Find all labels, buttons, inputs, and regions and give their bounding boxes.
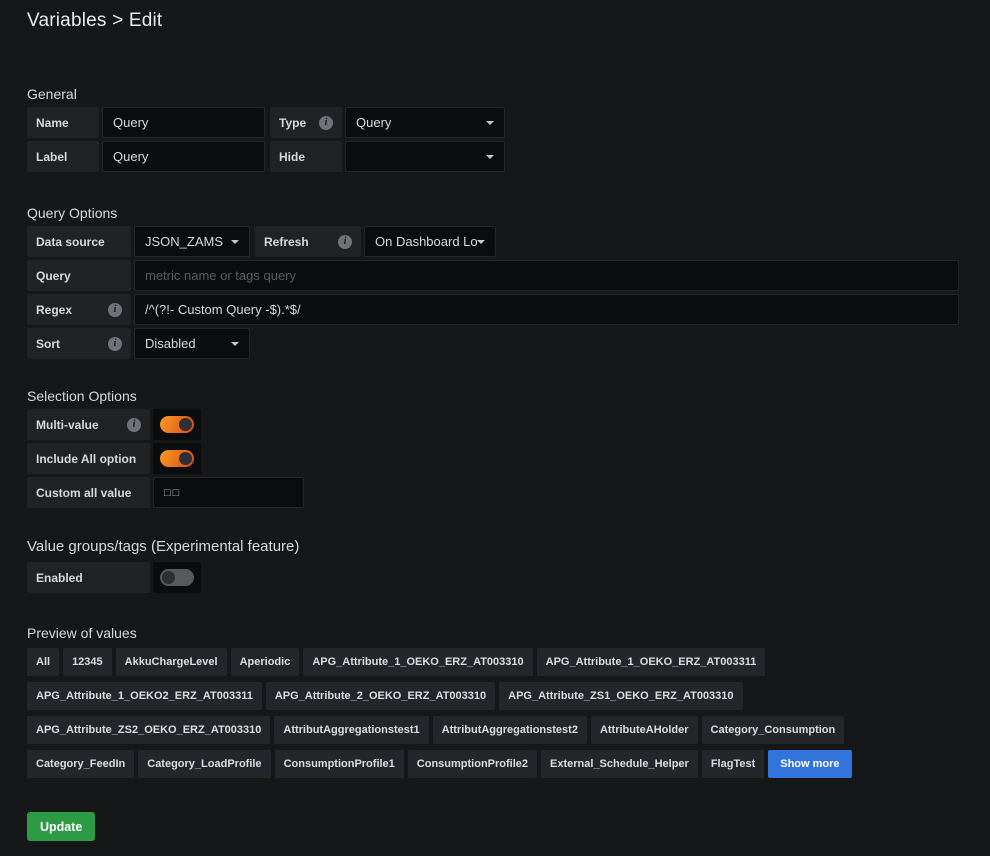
toggle-knob	[179, 452, 192, 465]
type-select-value: Query	[356, 115, 391, 130]
info-icon[interactable]	[108, 337, 122, 351]
toggle-off-icon	[160, 569, 194, 586]
preview-chip[interactable]: APG_Attribute_1_OEKO2_ERZ_AT003311	[27, 682, 262, 710]
sort-label: Sort	[27, 328, 131, 359]
sort-row: Sort Disabled	[27, 328, 990, 359]
name-input[interactable]	[102, 107, 265, 138]
refresh-label-text: Refresh	[264, 235, 309, 249]
regex-input[interactable]	[134, 294, 959, 325]
preview-heading: Preview of values	[27, 625, 990, 641]
chevron-down-icon	[486, 121, 494, 125]
refresh-select-value: On Dashboard Load	[375, 234, 477, 249]
query-input[interactable]	[134, 260, 959, 291]
value-groups-heading: Value groups/tags (Experimental feature)	[27, 538, 990, 556]
sort-select-value: Disabled	[145, 336, 196, 351]
enabled-label: Enabled	[27, 562, 150, 593]
type-select[interactable]: Query	[345, 107, 505, 138]
toggle-on-icon	[160, 450, 194, 467]
regex-label: Regex	[27, 294, 131, 325]
preview-chip[interactable]: Category_FeedIn	[27, 750, 134, 778]
sort-label-text: Sort	[36, 337, 60, 351]
enabled-row: Enabled	[27, 562, 990, 593]
sort-select[interactable]: Disabled	[134, 328, 250, 359]
toggle-on-icon	[160, 416, 194, 433]
datasource-row: Data source JSON_ZAMS Refresh On Dashboa…	[27, 226, 990, 257]
multi-value-label-text: Multi-value	[36, 418, 99, 432]
section-general: General Name Type Query Label Hide	[27, 86, 990, 172]
show-more-button[interactable]: Show more	[768, 750, 851, 778]
include-all-row: Include All option	[27, 443, 990, 474]
preview-chip[interactable]: Category_Consumption	[702, 716, 845, 744]
multi-value-row: Multi-value	[27, 409, 990, 440]
info-icon[interactable]	[338, 235, 352, 249]
general-row-2: Label Hide	[27, 141, 990, 172]
name-label: Name	[27, 107, 99, 138]
info-icon[interactable]	[319, 116, 333, 130]
preview-chip[interactable]: APG_Attribute_1_OEKO_ERZ_AT003310	[303, 648, 532, 676]
regex-row: Regex	[27, 294, 990, 325]
preview-chip[interactable]: AkkuChargeLevel	[116, 648, 227, 676]
chevron-down-icon	[231, 240, 239, 244]
datasource-label: Data source	[27, 226, 131, 257]
chevron-down-icon	[477, 240, 485, 244]
refresh-label: Refresh	[255, 226, 361, 257]
selection-options-heading: Selection Options	[27, 388, 990, 404]
preview-chip[interactable]: Category_LoadProfile	[138, 750, 270, 778]
datasource-select-value: JSON_ZAMS	[145, 234, 223, 249]
multi-value-label: Multi-value	[27, 409, 150, 440]
type-label-text: Type	[279, 116, 306, 130]
info-icon[interactable]	[108, 303, 122, 317]
preview-chip[interactable]: ConsumptionProfile1	[275, 750, 404, 778]
preview-chip[interactable]: APG_Attribute_ZS2_OEKO_ERZ_AT003310	[27, 716, 270, 744]
preview-chip[interactable]: APG_Attribute_2_OEKO_ERZ_AT003310	[266, 682, 495, 710]
preview-chip[interactable]: Aperiodic	[231, 648, 300, 676]
preview-chip[interactable]: APG_Attribute_ZS1_OEKO_ERZ_AT003310	[499, 682, 742, 710]
multi-value-toggle[interactable]	[153, 409, 201, 440]
toggle-knob	[162, 571, 175, 584]
section-value-groups: Value groups/tags (Experimental feature)…	[27, 538, 990, 593]
datasource-select[interactable]: JSON_ZAMS	[134, 226, 250, 257]
include-all-toggle[interactable]	[153, 443, 201, 474]
section-query-options: Query Options Data source JSON_ZAMS Refr…	[27, 205, 990, 359]
custom-all-value-input[interactable]	[153, 477, 304, 508]
preview-chip[interactable]: External_Schedule_Helper	[541, 750, 698, 778]
preview-chip[interactable]: ConsumptionProfile2	[408, 750, 537, 778]
query-label: Query	[27, 260, 131, 291]
preview-chip[interactable]: AttributeAHolder	[591, 716, 698, 744]
info-icon[interactable]	[127, 418, 141, 432]
update-button-wrap: Update	[27, 812, 990, 841]
preview-chip-list: All 12345 AkkuChargeLevel Aperiodic APG_…	[27, 648, 937, 778]
general-heading: General	[27, 86, 990, 102]
toggle-knob	[179, 418, 192, 431]
type-label: Type	[270, 107, 342, 138]
refresh-select[interactable]: On Dashboard Load	[364, 226, 496, 257]
label-input[interactable]	[102, 141, 265, 172]
query-options-heading: Query Options	[27, 205, 990, 221]
page-title: Variables > Edit	[27, 8, 990, 34]
section-preview: Preview of values All 12345 AkkuChargeLe…	[27, 625, 990, 778]
enabled-toggle[interactable]	[153, 562, 201, 593]
hide-label: Hide	[270, 141, 342, 172]
chevron-down-icon	[486, 155, 494, 159]
custom-all-value-label: Custom all value	[27, 477, 150, 508]
custom-all-value-row: Custom all value	[27, 477, 990, 508]
regex-label-text: Regex	[36, 303, 72, 317]
label-label: Label	[27, 141, 99, 172]
query-row: Query	[27, 260, 990, 291]
preview-chip[interactable]: 12345	[63, 648, 112, 676]
general-row-1: Name Type Query	[27, 107, 990, 138]
section-selection-options: Selection Options Multi-value Include Al…	[27, 388, 990, 508]
preview-chip[interactable]: APG_Attribute_1_OEKO_ERZ_AT003311	[537, 648, 766, 676]
include-all-label: Include All option	[27, 443, 150, 474]
preview-chip[interactable]: AttributAggregationstest2	[433, 716, 587, 744]
update-button[interactable]: Update	[27, 812, 95, 841]
preview-chip[interactable]: FlagTest	[702, 750, 764, 778]
chevron-down-icon	[231, 342, 239, 346]
preview-chip[interactable]: All	[27, 648, 59, 676]
hide-select[interactable]	[345, 141, 505, 172]
preview-chip[interactable]: AttributAggregationstest1	[274, 716, 428, 744]
